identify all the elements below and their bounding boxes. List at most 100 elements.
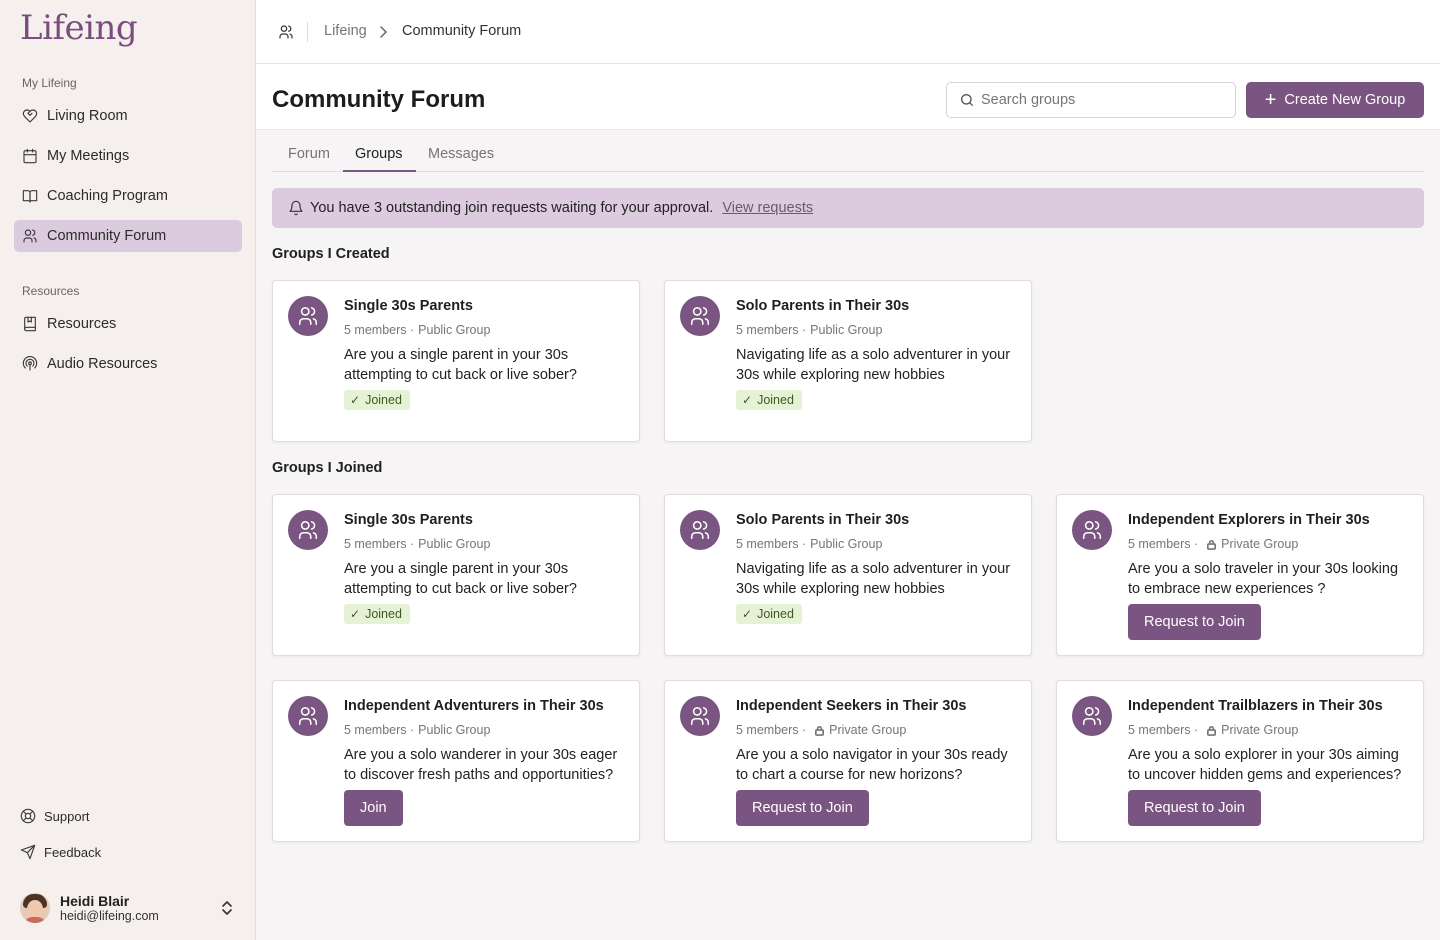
joined-label: Joined — [365, 393, 402, 407]
group-title[interactable]: Independent Adventurers in Their 30s — [344, 698, 604, 714]
search-icon — [959, 92, 975, 108]
breadcrumb-current: Community Forum — [402, 23, 522, 39]
feedback-label: Feedback — [44, 844, 102, 860]
users-icon[interactable] — [277, 24, 295, 40]
group-meta: 5 members · Public Group — [736, 537, 882, 551]
lifebuoy-icon — [20, 808, 36, 824]
section-label-resources: Resources — [22, 284, 80, 298]
users-icon — [690, 706, 710, 726]
podcast-icon — [22, 356, 38, 372]
join-button[interactable]: Join — [344, 790, 403, 826]
group-meta: 5 members · Public Group — [344, 323, 490, 337]
sidebar-item-audio-resources[interactable]: Audio Resources — [14, 348, 242, 380]
tab-messages[interactable]: Messages — [428, 146, 494, 162]
breadcrumb-root[interactable]: Lifeing — [324, 23, 367, 39]
group-description: Are you a solo navigator in your 30s rea… — [736, 747, 1008, 783]
user-name: Heidi Blair — [60, 893, 130, 909]
member-count: 5 members · — [344, 537, 415, 551]
lifeing-logo[interactable]: Lifeing — [20, 8, 138, 48]
request-to-join-button[interactable]: Request to Join — [1128, 604, 1261, 640]
member-count: 5 members · — [736, 323, 807, 337]
group-title[interactable]: Independent Seekers in Their 30s — [736, 698, 966, 714]
users-icon — [1082, 706, 1102, 726]
check-icon: ✓ — [350, 393, 361, 407]
plus-icon: + — [1264, 89, 1277, 111]
group-visibility: Public Group — [418, 723, 491, 737]
check-icon: ✓ — [742, 607, 753, 621]
calendar-icon — [22, 148, 38, 164]
group-description: Navigating life as a solo adventurer in … — [736, 347, 1011, 383]
page-title: Community Forum — [272, 86, 486, 113]
sidebar: Lifeing My Lifeing Living Room My Meetin… — [0, 0, 256, 940]
group-title[interactable]: Solo Parents in Their 30s — [736, 512, 909, 528]
search-input[interactable] — [981, 92, 1221, 108]
view-requests-link[interactable]: View requests — [722, 200, 813, 216]
users-icon — [690, 306, 710, 326]
group-meta: 5 members · Public Group — [344, 537, 490, 551]
users-icon — [298, 706, 318, 726]
tab-forum[interactable]: Forum — [288, 146, 330, 162]
sidebar-item-label: Coaching Program — [47, 188, 168, 204]
sidebar-item-resources[interactable]: Resources — [14, 308, 242, 340]
group-card[interactable]: Independent Adventurers in Their 30s 5 m… — [272, 680, 640, 842]
users-icon — [298, 520, 318, 540]
sidebar-item-my-meetings[interactable]: My Meetings — [14, 140, 242, 172]
group-card[interactable]: Independent Seekers in Their 30s 5 membe… — [664, 680, 1032, 842]
group-meta: 5 members · Private Group — [1128, 723, 1298, 737]
group-meta: 5 members · Private Group — [1128, 537, 1298, 551]
support-link[interactable]: Support — [20, 808, 90, 824]
joined-label: Joined — [757, 393, 794, 407]
sidebar-item-label: Community Forum — [47, 228, 167, 244]
sidebar-item-label: My Meetings — [47, 148, 130, 164]
sidebar-item-label: Resources — [47, 316, 117, 332]
group-card[interactable]: Solo Parents in Their 30s 5 members · Pub… — [664, 280, 1032, 442]
group-visibility: Public Group — [418, 323, 491, 337]
group-avatar — [680, 296, 720, 336]
sidebar-item-coaching-program[interactable]: Coaching Program — [14, 180, 242, 212]
group-title[interactable]: Independent Trailblazers in Their 30s — [1128, 698, 1383, 714]
member-count: 5 members · — [344, 723, 415, 737]
create-new-group-button[interactable]: + Create New Group — [1246, 82, 1424, 118]
lock-icon — [1206, 539, 1217, 550]
member-count: 5 members · — [736, 537, 807, 551]
sidebar-item-living-room[interactable]: Living Room — [14, 100, 242, 132]
search-box[interactable] — [946, 82, 1236, 118]
divider — [307, 22, 308, 42]
avatar — [20, 893, 50, 923]
group-card[interactable]: Solo Parents in Their 30s 5 members · Pub… — [664, 494, 1032, 656]
group-meta: 5 members · Public Group — [344, 723, 490, 737]
request-to-join-button[interactable]: Request to Join — [1128, 790, 1261, 826]
group-avatar — [288, 696, 328, 736]
group-card[interactable]: Independent Explorers in Their 30s 5 mem… — [1056, 494, 1424, 656]
tab-bar: Forum Groups Messages — [272, 130, 1424, 172]
group-card[interactable]: Independent Trailblazers in Their 30s 5 … — [1056, 680, 1424, 842]
sidebar-item-label: Living Room — [47, 108, 128, 124]
group-title[interactable]: Single 30s Parents — [344, 512, 473, 528]
banner-text: You have 3 outstanding join requests wai… — [310, 200, 714, 216]
sidebar-item-community-forum[interactable]: Community Forum — [14, 220, 242, 252]
tab-groups[interactable]: Groups — [355, 146, 403, 162]
group-description: Are you a single parent in your 30s atte… — [344, 561, 577, 597]
user-menu[interactable]: Heidi Blair heidi@lifeing.com — [20, 890, 240, 926]
create-new-group-label: Create New Group — [1284, 92, 1406, 108]
user-email: heidi@lifeing.com — [60, 909, 159, 923]
group-title[interactable]: Solo Parents in Their 30s — [736, 298, 909, 314]
group-title[interactable]: Single 30s Parents — [344, 298, 473, 314]
lock-icon — [1206, 725, 1217, 736]
users-icon — [298, 306, 318, 326]
group-title[interactable]: Independent Explorers in Their 30s — [1128, 512, 1370, 528]
group-card[interactable]: Single 30s Parents 5 members · Public Gro… — [272, 280, 640, 442]
page-header: Community Forum + Create New Group — [256, 64, 1440, 130]
request-to-join-button[interactable]: Request to Join — [736, 790, 869, 826]
group-visibility: Public Group — [418, 537, 491, 551]
group-description: Navigating life as a solo adventurer in … — [736, 561, 1011, 597]
group-card[interactable]: Single 30s Parents 5 members · Public Gro… — [272, 494, 640, 656]
group-visibility: Private Group — [1221, 537, 1299, 551]
feedback-link[interactable]: Feedback — [20, 844, 101, 860]
member-count: 5 members · — [736, 723, 807, 737]
group-description: Are you a single parent in your 30s atte… — [344, 347, 577, 383]
section-label-my-lifeing: My Lifeing — [22, 76, 77, 90]
group-avatar — [680, 510, 720, 550]
group-visibility: Private Group — [829, 723, 907, 737]
check-icon: ✓ — [350, 607, 361, 621]
